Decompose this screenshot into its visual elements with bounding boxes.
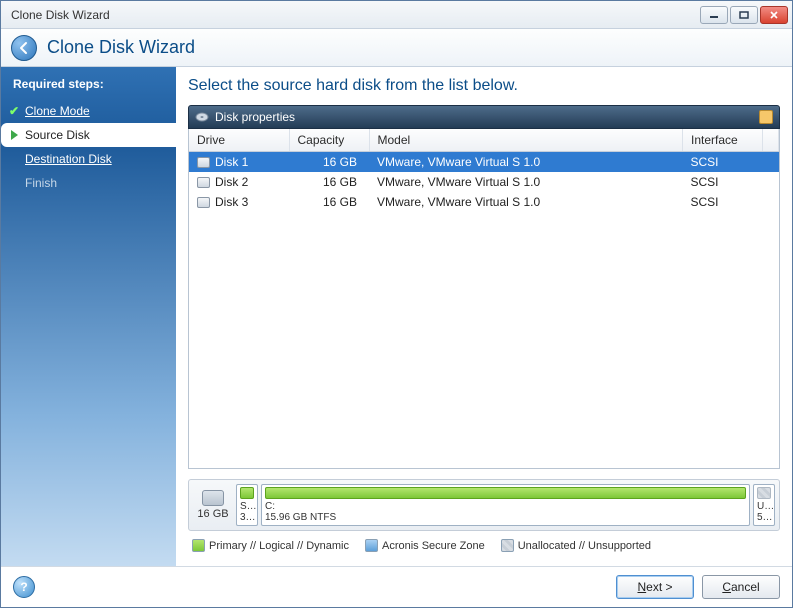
col-capacity[interactable]: Capacity [289, 129, 369, 152]
step-label: Destination Disk [25, 152, 112, 166]
legend-acronis: Acronis Secure Zone [365, 539, 485, 552]
partition[interactable]: C:15.96 GB NTFS [261, 484, 750, 526]
step-icon-empty [7, 176, 21, 190]
disk-total-box: 16 GB [193, 484, 233, 526]
table-row[interactable]: Disk 116 GBVMware, VMware Virtual S 1.0S… [189, 152, 779, 173]
window-controls [700, 6, 788, 24]
step-destination-disk[interactable]: Destination Disk [1, 147, 176, 171]
header-title: Clone Disk Wizard [47, 37, 195, 58]
step-icon-empty [7, 152, 21, 166]
col-model[interactable]: Model [369, 129, 683, 152]
disk-icon [195, 110, 209, 124]
col-spacer [763, 129, 779, 152]
panel-title: Disk properties [215, 110, 295, 124]
disk-properties-header: Disk properties [188, 105, 780, 129]
step-label: Source Disk [25, 128, 90, 142]
disk-icon [202, 490, 224, 506]
partition[interactable]: U…5… [753, 484, 775, 526]
step-finish: Finish [1, 171, 176, 195]
close-button[interactable] [760, 6, 788, 24]
body: Required steps: ✔ Clone Mode Source Disk… [1, 67, 792, 566]
partition-strip: 16 GB S…3…C:15.96 GB NTFSU…5… [188, 479, 780, 531]
disk-total-label: 16 GB [197, 508, 228, 520]
wizard-window: Clone Disk Wizard Clone Disk Wizard Requ… [0, 0, 793, 608]
minimize-button[interactable] [700, 6, 728, 24]
main-panel: Select the source hard disk from the lis… [176, 67, 792, 566]
partition-size: 5… [757, 512, 771, 523]
partition-name: U… [757, 501, 771, 512]
titlebar: Clone Disk Wizard [1, 1, 792, 29]
header: Clone Disk Wizard [1, 29, 792, 67]
partition-size: 3… [240, 512, 254, 523]
partition-name: C: [265, 501, 746, 512]
check-icon: ✔ [7, 104, 21, 118]
partition[interactable]: S…3… [236, 484, 258, 526]
table-header-row: Drive Capacity Model Interface [189, 129, 779, 152]
main-heading: Select the source hard disk from the lis… [188, 77, 780, 105]
step-label: Clone Mode [25, 104, 90, 118]
swatch-blue-icon [365, 539, 378, 552]
table-row[interactable]: Disk 316 GBVMware, VMware Virtual S 1.0S… [189, 192, 779, 212]
legend-unallocated: Unallocated // Unsupported [501, 539, 651, 552]
sidebar: Required steps: ✔ Clone Mode Source Disk… [1, 67, 176, 566]
partition-name: S… [240, 501, 254, 512]
help-button[interactable]: ? [13, 576, 35, 598]
properties-icon[interactable] [759, 110, 773, 124]
back-button[interactable] [11, 35, 37, 61]
swatch-hatch-icon [501, 539, 514, 552]
legend: Primary // Logical // Dynamic Acronis Se… [188, 537, 780, 558]
step-label: Finish [25, 176, 57, 190]
footer: ? Next > Cancel [1, 566, 792, 607]
arrow-right-icon [7, 128, 21, 142]
next-button[interactable]: Next > [616, 575, 694, 599]
disk-table: Drive Capacity Model Interface Disk 116 … [188, 129, 780, 469]
partitions-container: S…3…C:15.96 GB NTFSU…5… [236, 484, 775, 526]
step-source-disk[interactable]: Source Disk [1, 123, 177, 147]
partition-size: 15.96 GB NTFS [265, 512, 746, 523]
sidebar-heading: Required steps: [1, 71, 176, 99]
swatch-green-icon [192, 539, 205, 552]
legend-primary: Primary // Logical // Dynamic [192, 539, 349, 552]
col-interface[interactable]: Interface [683, 129, 763, 152]
maximize-button[interactable] [730, 6, 758, 24]
partition-bar [757, 487, 771, 499]
step-clone-mode[interactable]: ✔ Clone Mode [1, 99, 176, 123]
partition-bar [265, 487, 746, 499]
table-row[interactable]: Disk 216 GBVMware, VMware Virtual S 1.0S… [189, 172, 779, 192]
partition-bar [240, 487, 254, 499]
drive-icon [197, 177, 210, 188]
drive-icon [197, 157, 210, 168]
col-drive[interactable]: Drive [189, 129, 289, 152]
cancel-button[interactable]: Cancel [702, 575, 780, 599]
window-title: Clone Disk Wizard [5, 8, 700, 22]
drive-icon [197, 197, 210, 208]
